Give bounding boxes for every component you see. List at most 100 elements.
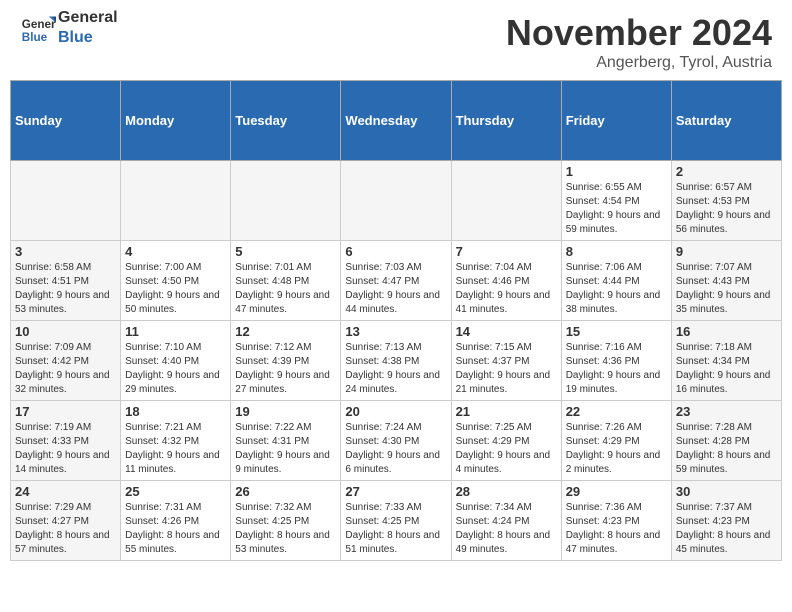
table-row: 6 Sunrise: 7:03 AM Sunset: 4:47 PM Daylig… xyxy=(341,241,451,321)
calendar-body: 1 Sunrise: 6:55 AM Sunset: 4:54 PM Daylig… xyxy=(11,161,782,561)
col-monday: Monday xyxy=(121,81,231,161)
title-block: November 2024 Angerberg, Tyrol, Austria xyxy=(506,12,772,72)
table-row: 4 Sunrise: 7:00 AM Sunset: 4:50 PM Daylig… xyxy=(121,241,231,321)
logo: General Blue General Blue xyxy=(20,12,118,48)
day-number: 12 xyxy=(235,324,336,339)
day-info: Sunrise: 6:55 AM Sunset: 4:54 PM Dayligh… xyxy=(566,181,667,237)
logo-line2: Blue xyxy=(58,28,118,47)
table-row: 16 Sunrise: 7:18 AM Sunset: 4:34 PM Dayli… xyxy=(671,321,781,401)
table-row: 22 Sunrise: 7:26 AM Sunset: 4:29 PM Dayli… xyxy=(561,401,671,481)
table-row: 30 Sunrise: 7:37 AM Sunset: 4:23 PM Dayli… xyxy=(671,481,781,561)
day-number: 4 xyxy=(125,244,226,259)
table-row xyxy=(451,161,561,241)
table-row: 12 Sunrise: 7:12 AM Sunset: 4:39 PM Dayli… xyxy=(231,321,341,401)
table-row: 25 Sunrise: 7:31 AM Sunset: 4:26 PM Dayli… xyxy=(121,481,231,561)
day-number: 17 xyxy=(15,404,116,419)
day-info: Sunrise: 7:37 AM Sunset: 4:23 PM Dayligh… xyxy=(676,501,777,557)
table-row: 19Sunrise: 7:22 AM Sunset: 4:31 PM Dayli… xyxy=(231,401,341,481)
table-row: 8 Sunrise: 7:06 AM Sunset: 4:44 PM Daylig… xyxy=(561,241,671,321)
day-number: 8 xyxy=(566,244,667,259)
col-saturday: Saturday xyxy=(671,81,781,161)
day-number: 29 xyxy=(566,484,667,499)
table-row xyxy=(341,161,451,241)
col-wednesday: Wednesday xyxy=(341,81,451,161)
table-row xyxy=(11,161,121,241)
day-info: Sunrise: 7:29 AM Sunset: 4:27 PM Dayligh… xyxy=(15,501,116,557)
day-info: Sunrise: 7:22 AM Sunset: 4:31 PM Dayligh… xyxy=(235,421,336,477)
table-row: 1 Sunrise: 6:55 AM Sunset: 4:54 PM Daylig… xyxy=(561,161,671,241)
day-info: Sunrise: 7:18 AM Sunset: 4:34 PM Dayligh… xyxy=(676,341,777,397)
day-info: Sunrise: 7:34 AM Sunset: 4:24 PM Dayligh… xyxy=(456,501,557,557)
day-info: Sunrise: 7:36 AM Sunset: 4:23 PM Dayligh… xyxy=(566,501,667,557)
day-number: 7 xyxy=(456,244,557,259)
day-number: 25 xyxy=(125,484,226,499)
table-row: 11 Sunrise: 7:10 AM Sunset: 4:40 PM Dayli… xyxy=(121,321,231,401)
table-row: 24 Sunrise: 7:29 AM Sunset: 4:27 PM Dayli… xyxy=(11,481,121,561)
table-row: 15 Sunrise: 7:16 AM Sunset: 4:36 PM Dayli… xyxy=(561,321,671,401)
calendar-week-row: 17 Sunrise: 7:19 AM Sunset: 4:33 PM Dayli… xyxy=(11,401,782,481)
table-row: 7Sunrise: 7:04 AM Sunset: 4:46 PM Daylig… xyxy=(451,241,561,321)
day-number: 1 xyxy=(566,164,667,179)
day-info: Sunrise: 7:10 AM Sunset: 4:40 PM Dayligh… xyxy=(125,341,226,397)
col-sunday: Sunday xyxy=(11,81,121,161)
table-row: 27 Sunrise: 7:33 AM Sunset: 4:25 PM Dayli… xyxy=(341,481,451,561)
day-number: 21 xyxy=(456,404,557,419)
col-friday: Friday xyxy=(561,81,671,161)
month-title: November 2024 xyxy=(506,12,772,54)
calendar-week-row: 10 Sunrise: 7:09 AM Sunset: 4:42 PM Dayli… xyxy=(11,321,782,401)
day-info: Sunrise: 7:32 AM Sunset: 4:25 PM Dayligh… xyxy=(235,501,336,557)
day-info: Sunrise: 7:21 AM Sunset: 4:32 PM Dayligh… xyxy=(125,421,226,477)
table-row: 9Sunrise: 7:07 AM Sunset: 4:43 PM Daylig… xyxy=(671,241,781,321)
location-subtitle: Angerberg, Tyrol, Austria xyxy=(506,54,772,72)
day-info: Sunrise: 7:33 AM Sunset: 4:25 PM Dayligh… xyxy=(345,501,446,557)
day-info: Sunrise: 7:25 AM Sunset: 4:29 PM Dayligh… xyxy=(456,421,557,477)
day-info: Sunrise: 7:24 AM Sunset: 4:30 PM Dayligh… xyxy=(345,421,446,477)
calendar-week-row: 3 Sunrise: 6:58 AM Sunset: 4:51 PM Daylig… xyxy=(11,241,782,321)
day-number: 16 xyxy=(676,324,777,339)
day-number: 13 xyxy=(345,324,446,339)
day-number: 15 xyxy=(566,324,667,339)
table-row: 14 Sunrise: 7:15 AM Sunset: 4:37 PM Dayli… xyxy=(451,321,561,401)
day-number: 23 xyxy=(676,404,777,419)
table-row: 21 Sunrise: 7:25 AM Sunset: 4:29 PM Dayli… xyxy=(451,401,561,481)
day-number: 14 xyxy=(456,324,557,339)
day-info: Sunrise: 7:00 AM Sunset: 4:50 PM Dayligh… xyxy=(125,261,226,317)
day-info: Sunrise: 7:19 AM Sunset: 4:33 PM Dayligh… xyxy=(15,421,116,477)
day-info: Sunrise: 7:28 AM Sunset: 4:28 PM Dayligh… xyxy=(676,421,777,477)
day-number: 2 xyxy=(676,164,777,179)
day-number: 30 xyxy=(676,484,777,499)
day-info: Sunrise: 7:16 AM Sunset: 4:36 PM Dayligh… xyxy=(566,341,667,397)
day-number: 3 xyxy=(15,244,116,259)
day-info: Sunrise: 7:07 AM Sunset: 4:43 PM Dayligh… xyxy=(676,261,777,317)
col-thursday: Thursday xyxy=(451,81,561,161)
day-info: Sunrise: 7:12 AM Sunset: 4:39 PM Dayligh… xyxy=(235,341,336,397)
table-row: 28Sunrise: 7:34 AM Sunset: 4:24 PM Dayli… xyxy=(451,481,561,561)
table-row: 23 Sunrise: 7:28 AM Sunset: 4:28 PM Dayli… xyxy=(671,401,781,481)
table-row: 18Sunrise: 7:21 AM Sunset: 4:32 PM Dayli… xyxy=(121,401,231,481)
day-info: Sunrise: 7:09 AM Sunset: 4:42 PM Dayligh… xyxy=(15,341,116,397)
table-row xyxy=(121,161,231,241)
day-number: 24 xyxy=(15,484,116,499)
day-number: 11 xyxy=(125,324,226,339)
day-number: 5 xyxy=(235,244,336,259)
day-number: 27 xyxy=(345,484,446,499)
table-row: 20Sunrise: 7:24 AM Sunset: 4:30 PM Dayli… xyxy=(341,401,451,481)
calendar-week-row: 24 Sunrise: 7:29 AM Sunset: 4:27 PM Dayli… xyxy=(11,481,782,561)
table-row: 26Sunrise: 7:32 AM Sunset: 4:25 PM Dayli… xyxy=(231,481,341,561)
day-number: 10 xyxy=(15,324,116,339)
day-info: Sunrise: 7:31 AM Sunset: 4:26 PM Dayligh… xyxy=(125,501,226,557)
day-info: Sunrise: 7:01 AM Sunset: 4:48 PM Dayligh… xyxy=(235,261,336,317)
day-info: Sunrise: 7:26 AM Sunset: 4:29 PM Dayligh… xyxy=(566,421,667,477)
day-info: Sunrise: 6:58 AM Sunset: 4:51 PM Dayligh… xyxy=(15,261,116,317)
day-info: Sunrise: 6:57 AM Sunset: 4:53 PM Dayligh… xyxy=(676,181,777,237)
table-row: 3 Sunrise: 6:58 AM Sunset: 4:51 PM Daylig… xyxy=(11,241,121,321)
table-row: 17 Sunrise: 7:19 AM Sunset: 4:33 PM Dayli… xyxy=(11,401,121,481)
day-info: Sunrise: 7:03 AM Sunset: 4:47 PM Dayligh… xyxy=(345,261,446,317)
day-number: 6 xyxy=(345,244,446,259)
calendar-header-row: Sunday Monday Tuesday Wednesday Thursday… xyxy=(11,81,782,161)
day-info: Sunrise: 7:06 AM Sunset: 4:44 PM Dayligh… xyxy=(566,261,667,317)
day-number: 22 xyxy=(566,404,667,419)
page-header: General Blue General Blue November 2024 … xyxy=(0,0,792,80)
day-info: Sunrise: 7:15 AM Sunset: 4:37 PM Dayligh… xyxy=(456,341,557,397)
svg-text:General: General xyxy=(22,18,56,31)
